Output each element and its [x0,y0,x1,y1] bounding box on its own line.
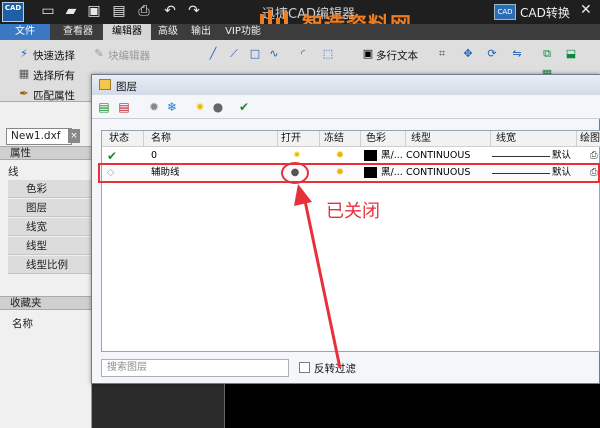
turn-off-all-icon[interactable]: ● [210,99,226,115]
prop-linetype-scale[interactable]: 线型比例 [8,256,92,274]
rotate-icon[interactable]: ⟳ [486,48,498,60]
column-divider [143,131,144,147]
redo-icon[interactable]: ↷ [186,3,202,20]
column-status[interactable]: 状态 [109,131,129,147]
prop-color[interactable]: 色彩 [8,180,92,198]
tab-advanced[interactable]: 高级 [153,24,183,40]
highlight-row-box [98,163,600,183]
open-icon[interactable]: ▰ [63,3,79,20]
delete-layer-icon[interactable]: ▤ [116,99,132,115]
column-divider [576,131,577,147]
layer-lineweight[interactable]: 默认 [552,149,571,163]
copy-icon[interactable]: ⧉ [541,48,553,60]
arc-tool-icon[interactable]: ◜ [297,48,309,60]
close-document-icon[interactable]: × [68,129,80,143]
column-divider [490,131,491,147]
layer-table-header [102,131,600,147]
set-current-layer-icon[interactable]: ✔ [236,99,252,115]
tab-file[interactable]: 文件 [0,24,50,40]
dialog-title: 图层 [116,81,137,93]
select-all-icon: ▦ [18,67,30,80]
block-editor-button[interactable]: 块编辑器 [108,48,150,63]
column-linetype[interactable]: 线型 [411,131,431,147]
column-lineweight[interactable]: 线宽 [496,131,516,147]
drawing-canvas[interactable] [224,384,600,428]
match-properties-button[interactable]: 匹配属性 [33,88,75,103]
match-properties-icon: ✒ [19,87,29,100]
layer-linetype[interactable]: CONTINUOUS [406,149,470,163]
layer-search-input[interactable]: 搜索图层 [101,359,289,377]
favorites-name-header: 名称 [12,318,33,330]
cad-convert-icon[interactable]: CAD [494,4,516,20]
favorites-header: 收藏夹 [0,296,92,310]
column-divider [277,131,278,147]
multiline-text-icon: ▣ [362,47,374,60]
hatch-tool-icon[interactable]: ⬚ [322,48,334,60]
tab-editor[interactable]: 编辑器 [103,24,151,40]
polyline-tool-icon[interactable]: ⟋ [228,48,240,60]
app-logo[interactable]: CAD [2,2,24,22]
annotation-label: 已关闭 [326,201,380,222]
text-style-icon[interactable]: ⌗ [436,48,448,60]
layer-dialog-icon [99,79,111,90]
move-icon[interactable]: ✥ [462,48,474,60]
prop-linetype[interactable]: 线型 [8,237,92,255]
new-layer-icon[interactable]: ▤ [96,99,112,115]
save-icon[interactable]: ▣ [86,3,102,20]
highlight-bulb-circle [281,162,309,184]
prop-layer[interactable]: 图层 [8,199,92,217]
tab-vip[interactable]: VIP功能 [220,24,266,40]
undo-icon[interactable]: ↶ [162,3,178,20]
column-on[interactable]: 打开 [281,131,301,147]
layer-color-swatch[interactable] [364,150,377,161]
properties-header: 属性 [0,146,92,160]
dialog-title-bar[interactable] [92,75,600,95]
column-divider [405,131,406,147]
column-plot[interactable]: 绘图 [580,131,600,147]
layer-color-text: 黑/... [381,150,403,161]
tab-viewer[interactable]: 查看器 [56,24,100,40]
column-freeze[interactable]: 冻结 [324,131,344,147]
prop-lineweight[interactable]: 线宽 [8,218,92,236]
layer-thawed-sun-icon[interactable]: ✹ [334,150,346,162]
column-divider [319,131,320,147]
print-icon[interactable]: ⎙ [136,3,152,20]
layer-name[interactable]: 0 [151,149,157,163]
multiline-text-button[interactable]: 多行文本 [376,48,418,63]
select-all-button[interactable]: 选择所有 [33,68,75,83]
line-tool-icon[interactable]: ╱ [207,48,219,60]
lineweight-sample [492,156,550,157]
freeze-all-icon[interactable]: ✹ [146,99,162,115]
column-divider [360,131,361,147]
document-tab[interactable]: New1.dxf [6,128,72,145]
spline-tool-icon[interactable]: ∿ [268,48,280,60]
save-as-icon[interactable]: ▤ [111,3,127,20]
cad-convert-button[interactable]: CAD转换 [520,4,570,21]
scale-icon[interactable]: ⬓ [565,48,577,60]
turn-on-all-icon[interactable]: ✷ [192,99,208,115]
quick-select-icon: ⚡ [20,47,28,60]
layer-on-bulb-icon[interactable]: ✷ [291,150,303,162]
plot-printer-icon[interactable]: ⎙ [590,149,598,163]
current-layer-check-icon: ✔ [107,149,118,163]
column-color[interactable]: 色彩 [366,131,386,147]
tab-output[interactable]: 输出 [186,24,216,40]
rectangle-tool-icon[interactable]: □ [249,48,261,60]
mirror-icon[interactable]: ⇋ [511,48,523,60]
new-icon[interactable]: ▭ [40,3,56,20]
block-editor-icon: ✎ [94,47,104,60]
close-window-icon[interactable]: ✕ [580,2,592,18]
thaw-all-icon[interactable]: ❄ [164,99,180,115]
quick-select-button[interactable]: 快速选择 [33,48,75,63]
column-name[interactable]: 名称 [151,131,171,147]
properties-category: 线 [8,166,19,178]
